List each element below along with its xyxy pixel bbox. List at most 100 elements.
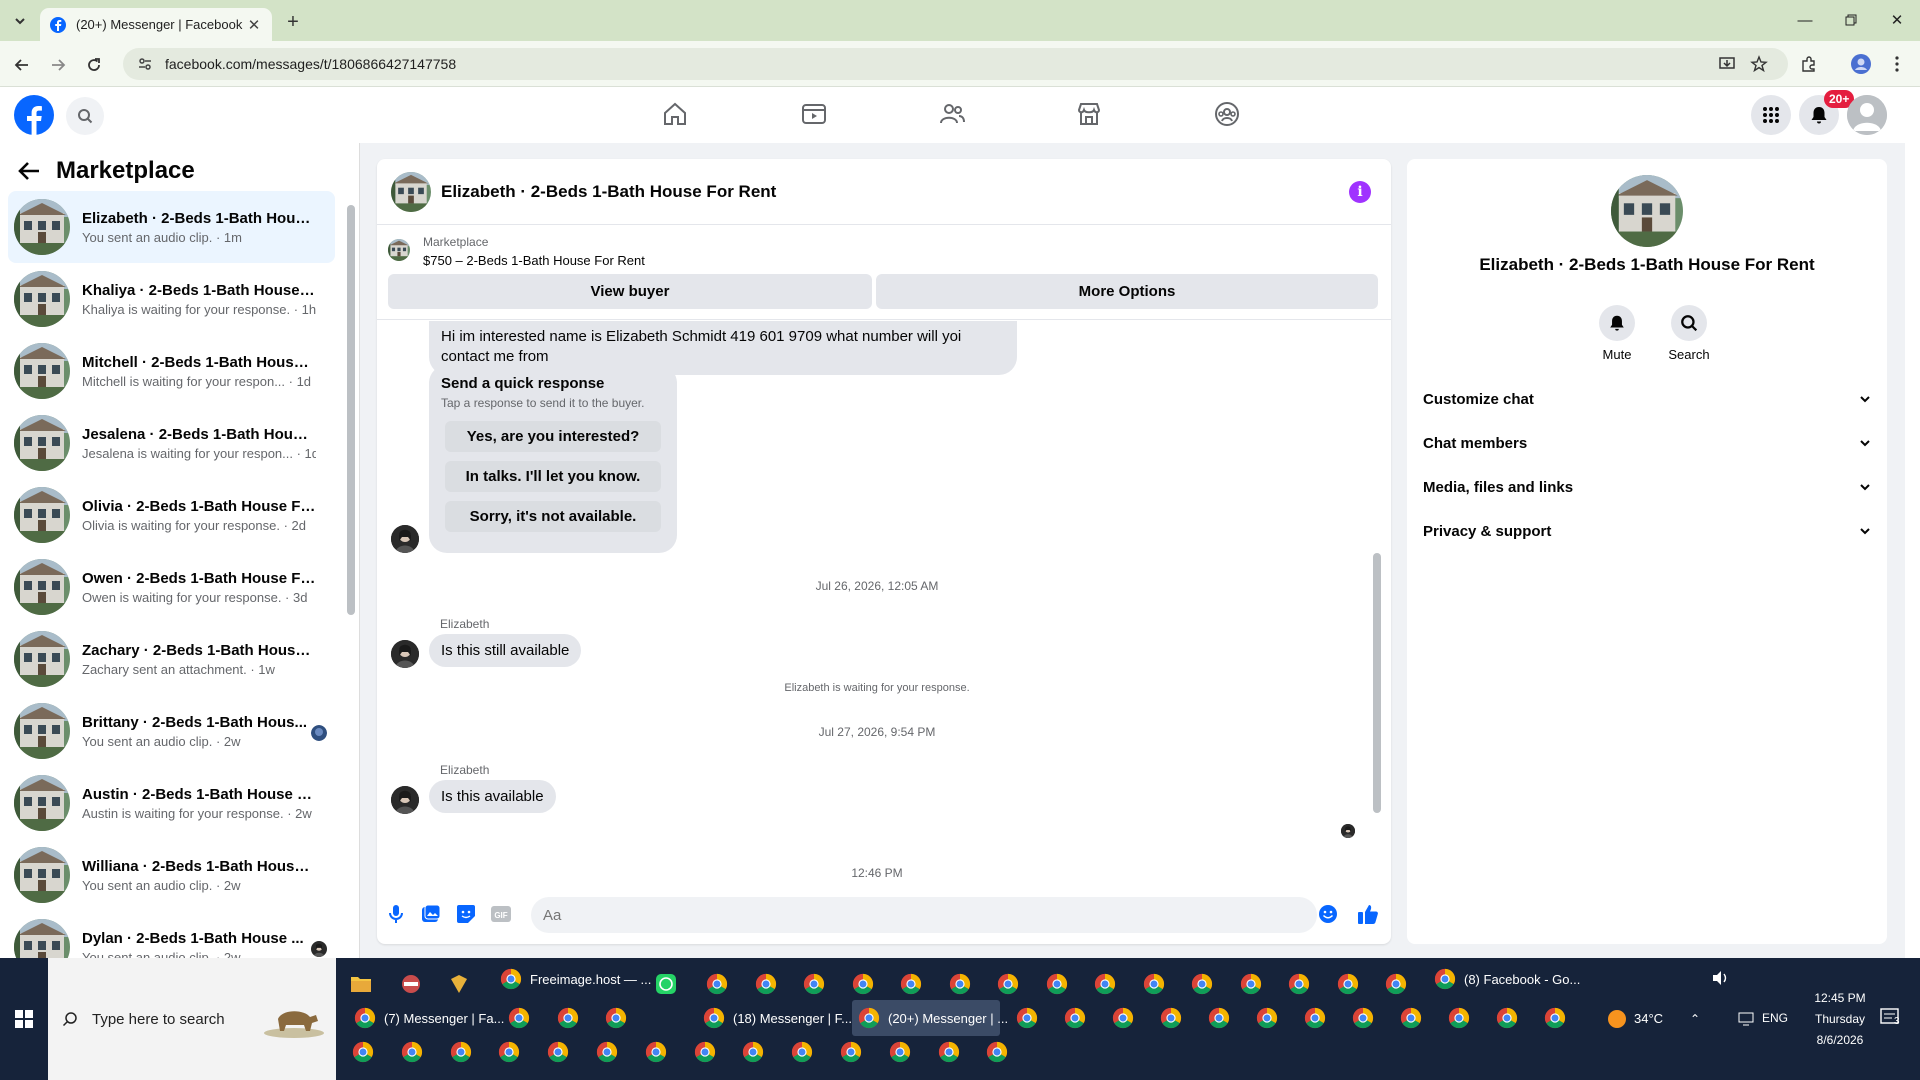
view-buyer-button[interactable]: View buyer [388,274,872,309]
taskbar-chrome-window[interactable] [1544,1000,1574,1036]
volume-icon[interactable] [1712,970,1730,986]
new-tab-button[interactable]: + [280,9,306,35]
privacy-support-section[interactable]: Privacy & support [1423,513,1871,549]
microphone-icon[interactable] [383,901,409,927]
taskbar-chrome-window[interactable] [450,1034,480,1070]
sender-avatar[interactable] [391,786,419,814]
taskbar-chrome-window[interactable] [852,966,882,1002]
minimize-button[interactable]: — [1782,8,1828,32]
conversation-item[interactable]: Owen · 2-Beds 1-Bath House For... Owen is… [8,551,335,623]
taskbar-chrome-window[interactable] [986,1034,1016,1070]
taskbar-chrome-window[interactable] [1256,1000,1286,1036]
conversation-item[interactable]: Brittany · 2-Beds 1-Bath Hous... You sent… [8,695,335,767]
site-info-icon[interactable] [137,56,153,72]
facebook-logo-icon[interactable] [14,95,54,135]
tray-chevron-up-icon[interactable]: ⌃ [1690,1012,1700,1026]
home-nav-icon[interactable] [660,99,690,129]
taskbar-app-messenger-18[interactable]: (18) Messenger | F... [697,1000,852,1036]
taskbar-chrome-window[interactable] [1208,1000,1238,1036]
sidebar-scrollbar[interactable] [345,197,357,957]
account-avatar[interactable] [1847,95,1887,135]
conversation-item[interactable]: Jesalena · 2-Beds 1-Bath House ... Jesale… [8,407,335,479]
taskbar-chrome-window[interactable] [755,966,785,1002]
taskbar-chrome-window[interactable] [840,1034,870,1070]
weather-temp[interactable]: 34°C [1634,1011,1663,1026]
taskbar-chrome-window[interactable] [352,1034,382,1070]
menu-dots-icon[interactable] [1883,50,1911,78]
taskbar-search-box[interactable]: Type here to search [48,958,336,1080]
app-icon[interactable] [448,966,476,1002]
message-bubble[interactable]: Is this available [429,780,556,813]
chat-title[interactable]: Elizabeth · 2-Beds 1-Bath House For Rent [441,182,776,202]
taskbar-chrome-window[interactable] [401,1034,431,1070]
media-files-links-section[interactable]: Media, files and links [1423,469,1871,505]
bookmark-star-icon[interactable] [1745,50,1773,78]
profile-icon[interactable] [1847,50,1875,78]
menu-grid-button[interactable] [1751,95,1791,135]
taskbar-chrome-window[interactable] [1143,966,1173,1002]
taskbar-chrome-window[interactable] [1046,966,1076,1002]
scrollbar-thumb[interactable] [347,205,355,615]
action-center-icon[interactable]: 3 [1880,1008,1902,1028]
conversation-item[interactable]: Mitchell · 2-Beds 1-Bath House ... Mitche… [8,335,335,407]
file-explorer-icon[interactable] [350,966,378,1002]
language-indicator[interactable]: ENG [1762,1011,1788,1025]
conversation-item[interactable]: Austin · 2-Beds 1-Bath House Fo... Austin… [8,767,335,839]
sender-avatar[interactable] [391,525,419,553]
quick-reply-button[interactable]: Sorry, it's not available. [445,501,661,532]
back-arrow-icon[interactable] [18,161,40,181]
sticker-icon[interactable] [453,901,479,927]
taskbar-app-messenger-7[interactable]: (7) Messenger | Fa... [348,1000,504,1036]
taskbar-chrome-window[interactable] [605,1000,635,1036]
taskbar-chrome-window[interactable] [547,1034,577,1070]
friends-nav-icon[interactable] [937,99,967,129]
groups-nav-icon[interactable] [1212,99,1242,129]
taskbar-chrome-window[interactable] [645,1034,675,1070]
quick-reply-button[interactable]: Yes, are you interested? [445,421,661,452]
taskbar-chrome-window[interactable] [1160,1000,1190,1036]
taskbar-chrome-window[interactable] [557,1000,587,1036]
taskbar-chrome-window[interactable] [1240,966,1270,1002]
taskbar-chrome-window[interactable] [1094,966,1124,1002]
back-button[interactable] [9,52,35,78]
browser-tab-active[interactable]: (20+) Messenger | Facebook ✕ [40,8,272,41]
address-bar[interactable]: facebook.com/messages/t/1806866427147758 [123,48,1788,80]
weather-icon[interactable] [1606,1008,1628,1030]
taskbar-chrome-window[interactable] [694,1034,724,1070]
taskbar-chrome-window[interactable] [1304,1000,1334,1036]
taskbar-chrome-window[interactable] [1400,1000,1430,1036]
quick-reply-button[interactable]: In talks. I'll let you know. [445,461,661,492]
taskbar-chrome-window[interactable] [1112,1000,1142,1036]
taskbar-chrome-window[interactable] [1064,1000,1094,1036]
taskbar-chrome-window[interactable] [997,966,1027,1002]
chat-members-section[interactable]: Chat members [1423,425,1871,461]
taskbar-chrome-window[interactable] [1288,966,1318,1002]
sender-avatar[interactable] [391,640,419,668]
extensions-icon[interactable] [1795,50,1823,78]
taskbar-chrome-window[interactable] [498,1034,528,1070]
facebook-search-button[interactable] [66,97,104,135]
scrollbar-thumb[interactable] [1373,553,1381,813]
taskbar-chrome-window[interactable] [1496,1000,1526,1036]
network-icon[interactable] [1738,1012,1754,1026]
taskbar-chrome-window[interactable] [508,1000,538,1036]
taskbar-chrome-window[interactable] [1352,1000,1382,1036]
emoji-icon[interactable] [1315,901,1341,927]
search-conversation-button[interactable]: Search [1659,305,1719,362]
photo-icon[interactable] [418,901,444,927]
info-icon[interactable]: i [1349,181,1371,203]
app-icon[interactable] [400,966,428,1002]
taskbar-app-messenger-20[interactable]: (20+) Messenger | ... [852,1000,1008,1036]
gif-icon[interactable]: GIF [488,901,514,927]
message-bubble[interactable]: Is this still available [429,634,582,667]
close-window-button[interactable]: ✕ [1874,8,1920,32]
conversation-item[interactable]: Olivia · 2-Beds 1-Bath House For... Olivi… [8,479,335,551]
start-button[interactable] [0,958,48,1080]
taskbar-chrome-window[interactable] [900,966,930,1002]
taskbar-app-freeimage[interactable]: Freeimage.host — ... [494,961,651,997]
taskbar-chrome-window[interactable] [791,1034,821,1070]
restore-button[interactable] [1828,8,1874,32]
marketplace-nav-icon[interactable] [1074,99,1104,129]
taskbar-chrome-window[interactable] [1448,1000,1478,1036]
video-nav-icon[interactable] [799,99,829,129]
